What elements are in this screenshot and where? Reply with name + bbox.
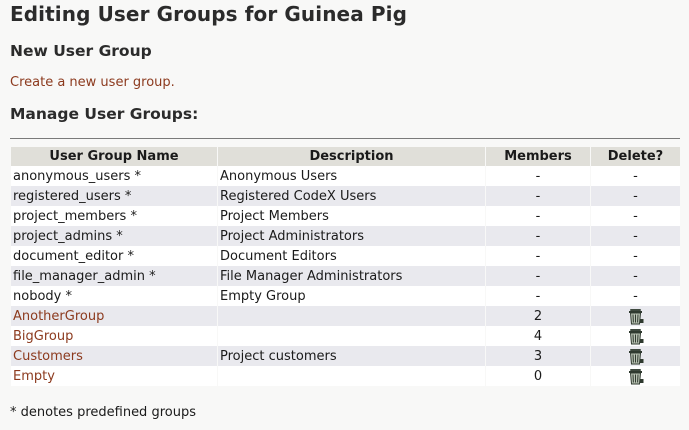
group-name-cell: Customers xyxy=(11,346,217,366)
group-description: Registered CodeX Users xyxy=(218,186,485,206)
group-members-count: - xyxy=(486,266,590,286)
group-members-count: - xyxy=(486,246,590,266)
group-name-cell: document_editor * xyxy=(11,246,217,266)
group-name-link[interactable]: Empty xyxy=(13,369,55,384)
new-group-heading: New User Group xyxy=(10,42,152,60)
delete-cell xyxy=(591,366,680,386)
trash-icon[interactable] xyxy=(627,308,645,325)
group-name: anonymous_users * xyxy=(13,168,141,184)
group-description xyxy=(218,366,485,386)
group-description: File Manager Administrators xyxy=(218,266,485,286)
delete-unavailable: - xyxy=(591,206,680,226)
delete-cell xyxy=(591,306,680,326)
group-members-count: 2 xyxy=(486,306,590,326)
group-name: document_editor * xyxy=(13,248,134,264)
group-members-count: - xyxy=(486,166,590,186)
table-row: AnotherGroup 2 xyxy=(11,306,680,326)
table-row: Empty 0 xyxy=(11,366,680,386)
delete-cell xyxy=(591,346,680,366)
delete-unavailable: - xyxy=(591,166,680,186)
page: Editing User Groups for Guinea Pig New U… xyxy=(0,0,689,430)
delete-unavailable: - xyxy=(591,186,680,206)
group-description: Project Members xyxy=(218,206,485,226)
group-name: file_manager_admin * xyxy=(13,268,156,284)
group-description: Anonymous Users xyxy=(218,166,485,186)
column-header-name: User Group Name xyxy=(11,147,217,166)
group-description: Empty Group xyxy=(218,286,485,306)
group-name: project_admins * xyxy=(13,228,123,244)
group-name-link[interactable]: Customers xyxy=(13,349,83,364)
footnote: * denotes predefined groups xyxy=(10,405,196,420)
divider xyxy=(10,138,680,139)
column-header-members: Members xyxy=(486,147,590,166)
group-name-cell: project_members * xyxy=(11,206,217,226)
group-name: registered_users * xyxy=(13,188,132,204)
group-members-count: - xyxy=(486,206,590,226)
group-name-cell: anonymous_users * xyxy=(11,166,217,186)
group-description xyxy=(218,306,485,326)
trash-icon[interactable] xyxy=(627,328,645,345)
table-row: Customers Project customers 3 xyxy=(11,346,680,366)
group-description: Project Administrators xyxy=(218,226,485,246)
delete-unavailable: - xyxy=(591,246,680,266)
group-name-cell: AnotherGroup xyxy=(11,306,217,326)
column-header-delete: Delete? xyxy=(591,147,680,166)
group-name: project_members * xyxy=(13,208,137,224)
trash-icon[interactable] xyxy=(627,348,645,365)
group-name-cell: file_manager_admin * xyxy=(11,266,217,286)
group-name-link[interactable]: AnotherGroup xyxy=(13,309,104,324)
table-row: registered_users * Registered CodeX Users… xyxy=(11,186,680,206)
column-header-description: Description xyxy=(218,147,485,166)
group-members-count: - xyxy=(486,226,590,246)
table-header-row: User Group Name Description Members Dele… xyxy=(11,147,680,166)
group-description: Project customers xyxy=(218,346,485,366)
group-members-count: 4 xyxy=(486,326,590,346)
group-name-cell: nobody * xyxy=(11,286,217,306)
group-name-link[interactable]: BigGroup xyxy=(13,329,73,344)
manage-groups-heading: Manage User Groups: xyxy=(10,105,199,123)
table-row: BigGroup 4 xyxy=(11,326,680,346)
group-members-count: 0 xyxy=(486,366,590,386)
create-group-link[interactable]: Create a new user group. xyxy=(10,75,175,90)
page-title: Editing User Groups for Guinea Pig xyxy=(10,2,408,26)
group-name-cell: registered_users * xyxy=(11,186,217,206)
group-description: Document Editors xyxy=(218,246,485,266)
delete-unavailable: - xyxy=(591,286,680,306)
table-row: project_admins * Project Administrators - - xyxy=(11,226,680,246)
group-name: nobody * xyxy=(13,288,72,304)
table-row: document_editor * Document Editors - - xyxy=(11,246,680,266)
user-groups-table: User Group Name Description Members Dele… xyxy=(10,147,681,386)
table-row: file_manager_admin * File Manager Adminis… xyxy=(11,266,680,286)
delete-unavailable: - xyxy=(591,266,680,286)
group-name-cell: Empty xyxy=(11,366,217,386)
group-members-count: 3 xyxy=(486,346,590,366)
group-name-cell: project_admins * xyxy=(11,226,217,246)
table-row: anonymous_users * Anonymous Users - - xyxy=(11,166,680,186)
group-description xyxy=(218,326,485,346)
table-row: nobody * Empty Group - - xyxy=(11,286,680,306)
delete-unavailable: - xyxy=(591,226,680,246)
group-members-count: - xyxy=(486,286,590,306)
trash-icon[interactable] xyxy=(627,368,645,385)
table-row: project_members * Project Members - - xyxy=(11,206,680,226)
group-members-count: - xyxy=(486,186,590,206)
group-name-cell: BigGroup xyxy=(11,326,217,346)
table-body: anonymous_users * Anonymous Users - - regist… xyxy=(11,166,680,386)
delete-cell xyxy=(591,326,680,346)
